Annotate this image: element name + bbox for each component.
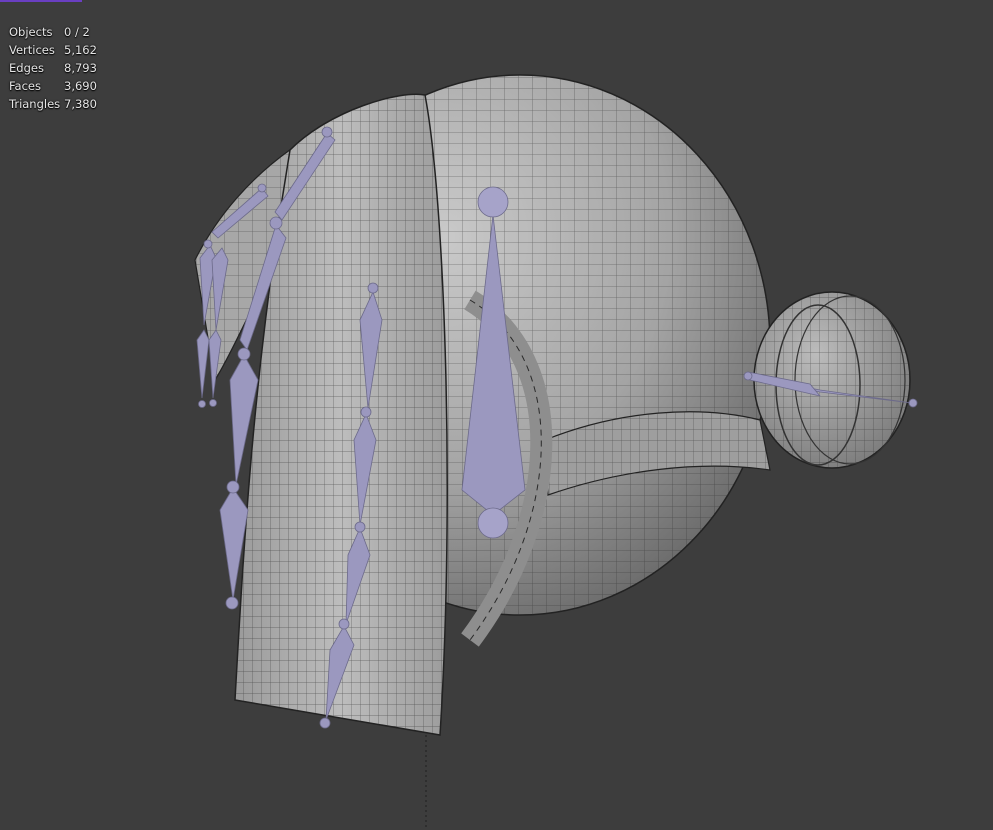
stat-row-objects: Objects 0 / 2 — [9, 23, 114, 41]
stat-label: Edges — [9, 61, 44, 75]
stat-row-faces: Faces 3,690 — [9, 77, 114, 95]
stat-label: Vertices — [9, 43, 55, 57]
stat-row-edges: Edges 8,793 — [9, 59, 114, 77]
stat-row-vertices: Vertices 5,162 — [9, 41, 114, 59]
stat-row-triangles: Triangles 7,380 — [9, 95, 114, 113]
stat-label: Triangles — [9, 97, 61, 111]
bone-joint[interactable] — [477, 186, 509, 218]
stat-value: 5,162 — [64, 43, 97, 57]
stat-value: 0 / 2 — [64, 25, 90, 39]
stat-label: Objects — [9, 25, 53, 39]
bone-far-4[interactable] — [196, 329, 210, 399]
stat-value: 7,380 — [64, 97, 97, 111]
bone-joint[interactable] — [477, 507, 509, 539]
stat-value: 8,793 — [64, 61, 97, 75]
scene-statistics-overlay: Objects 0 / 2 Vertices 5,162 Edges 8,793… — [9, 23, 114, 113]
stat-label: Faces — [9, 79, 41, 93]
hair-mesh-scene[interactable] — [0, 0, 993, 830]
stat-value: 3,690 — [64, 79, 97, 93]
3d-viewport[interactable]: Objects 0 / 2 Vertices 5,162 Edges 8,793… — [0, 0, 993, 830]
